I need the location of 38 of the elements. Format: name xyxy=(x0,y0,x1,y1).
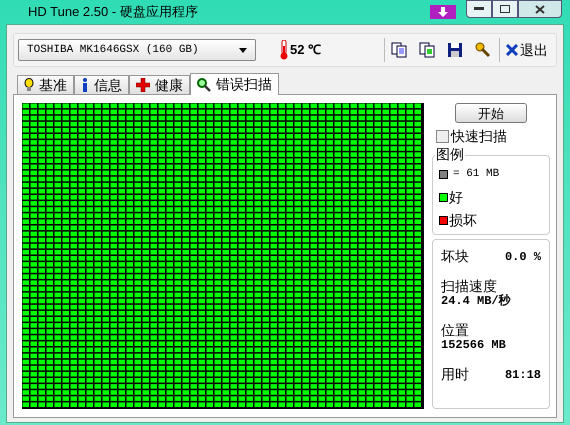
search-icon xyxy=(197,78,211,92)
tab[interactable]: 基准 xyxy=(17,75,74,94)
stat-label: 坏块 xyxy=(441,248,469,264)
exit-button[interactable]: 退出 xyxy=(506,40,552,60)
legend-label: 损坏 xyxy=(449,210,477,230)
drive-dropdown[interactable]: TOSHIBA MK1646GSX (160 GB) xyxy=(18,39,256,61)
start-button[interactable]: 开始 xyxy=(455,103,527,123)
stat-value: 24.4 MB/秒 xyxy=(441,294,511,308)
copy-icon[interactable] xyxy=(391,42,407,58)
checkbox[interactable] xyxy=(436,130,449,143)
maximize-button[interactable] xyxy=(492,0,518,18)
stat-label: 扫描速度 xyxy=(441,278,497,294)
close-icon xyxy=(535,4,545,14)
lightbulb-icon xyxy=(24,78,34,92)
minimize-button[interactable] xyxy=(466,0,492,18)
copy-image-icon[interactable] xyxy=(419,42,435,58)
temperature-reading: 52 ℃ xyxy=(290,41,322,60)
info-icon xyxy=(81,78,89,92)
thermometer-icon xyxy=(280,40,288,60)
caret-icon xyxy=(239,48,247,52)
minimize-icon xyxy=(474,7,484,11)
cross-icon xyxy=(136,78,150,92)
stat-value: 0.0 % xyxy=(504,250,541,264)
legend-title: 图例 xyxy=(435,147,465,161)
tab[interactable]: 错误扫描 xyxy=(190,73,279,95)
stat-value: 81:18 xyxy=(504,368,541,382)
window-title: HD Tune 2.50 - 硬盘应用程序 xyxy=(28,3,198,22)
close-icon xyxy=(506,44,518,56)
stat-label: 位置 xyxy=(441,322,469,338)
stat-label: 用时 xyxy=(441,366,469,382)
legend-label: 好 xyxy=(449,188,463,206)
checkbox-label[interactable]: 快速扫描 xyxy=(451,126,507,147)
close-button[interactable] xyxy=(518,0,562,18)
tab[interactable]: 健康 xyxy=(129,75,190,94)
stat-value: 152566 MB xyxy=(441,338,506,352)
maximize-icon xyxy=(500,5,510,13)
tab[interactable]: 信息 xyxy=(74,75,129,94)
legend-label: = 61 MB xyxy=(453,166,500,182)
